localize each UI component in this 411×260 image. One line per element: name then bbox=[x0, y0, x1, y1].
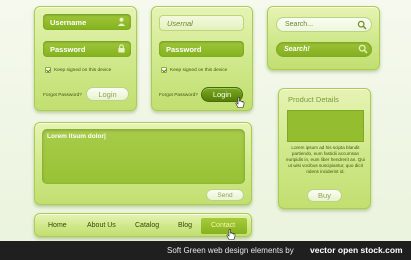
username-field-active[interactable]: Usernal bbox=[159, 15, 244, 31]
nav-item-catalog[interactable]: Catalog bbox=[135, 222, 159, 229]
username-field[interactable]: Username bbox=[43, 14, 131, 30]
username-input-text: Usernal bbox=[167, 18, 193, 28]
buy-button[interactable]: Buy bbox=[307, 189, 342, 202]
hand-cursor-icon-nav bbox=[226, 229, 236, 240]
username-label: Username bbox=[50, 17, 87, 27]
search-icon-active bbox=[358, 44, 368, 54]
nav-item-contact[interactable]: Contact bbox=[211, 222, 235, 229]
search-input-text: Search... bbox=[285, 21, 314, 28]
login-panel-active: Usernal Password Keep signed on this dev… bbox=[151, 6, 253, 111]
keep-signed-checkbox[interactable] bbox=[45, 67, 51, 73]
forgot-password-link[interactable]: Forgot Password? bbox=[43, 93, 82, 98]
search-icon bbox=[357, 20, 367, 30]
nav-item-blog[interactable]: Blog bbox=[178, 222, 192, 229]
login-button[interactable]: Login bbox=[86, 87, 129, 101]
message-panel: Lorem itsum dolor| Send bbox=[34, 122, 252, 205]
message-textarea-text: Lorem itsum dolor| bbox=[47, 133, 106, 140]
keep-signed-label-active: Keep signed on this device bbox=[170, 67, 228, 73]
lock-icon bbox=[118, 44, 125, 53]
hand-cursor-icon bbox=[235, 97, 245, 108]
keep-signed-row-active[interactable]: Keep signed on this device bbox=[161, 67, 227, 73]
message-textarea[interactable]: Lorem itsum dolor| bbox=[42, 129, 245, 184]
product-title: Product Details bbox=[288, 95, 339, 104]
nav-item-home[interactable]: Home bbox=[48, 222, 67, 229]
product-description: Lorem ipsum ad his scipta blandit partie… bbox=[286, 145, 365, 175]
keep-signed-row[interactable]: Keep signed on this device bbox=[45, 67, 111, 73]
forgot-password-link-active[interactable]: Forgot Password? bbox=[159, 93, 198, 98]
product-image bbox=[287, 110, 364, 142]
password-label: Password bbox=[50, 44, 86, 54]
footer-brand: vector open stock.com bbox=[310, 245, 403, 255]
password-field[interactable]: Password bbox=[43, 41, 131, 57]
footer-caption: Soft Green web design elements by bbox=[167, 246, 294, 255]
send-button[interactable]: Send bbox=[206, 189, 244, 201]
footer-bar: Soft Green web design elements by vector… bbox=[0, 241, 411, 260]
login-panel-default: Username Password Keep signed on this de… bbox=[34, 6, 137, 111]
search-input-active[interactable]: Search! bbox=[276, 42, 372, 57]
password-field-active[interactable]: Password bbox=[159, 41, 244, 57]
keep-signed-label: Keep signed on this device bbox=[54, 67, 112, 73]
password-label-active: Password bbox=[166, 44, 202, 54]
nav-bar: Home About Us Catalog Blog Contact bbox=[34, 213, 252, 237]
search-input[interactable]: Search... bbox=[276, 17, 372, 32]
search-panel: Search... Search! bbox=[267, 6, 380, 70]
nav-item-about-us[interactable]: About Us bbox=[87, 222, 116, 229]
product-details-panel: Product Details Lorem ipsum ad his scipt… bbox=[278, 88, 371, 209]
search-input-active-text: Search! bbox=[284, 46, 310, 53]
user-icon bbox=[117, 17, 126, 26]
keep-signed-checkbox-active[interactable] bbox=[161, 67, 167, 73]
